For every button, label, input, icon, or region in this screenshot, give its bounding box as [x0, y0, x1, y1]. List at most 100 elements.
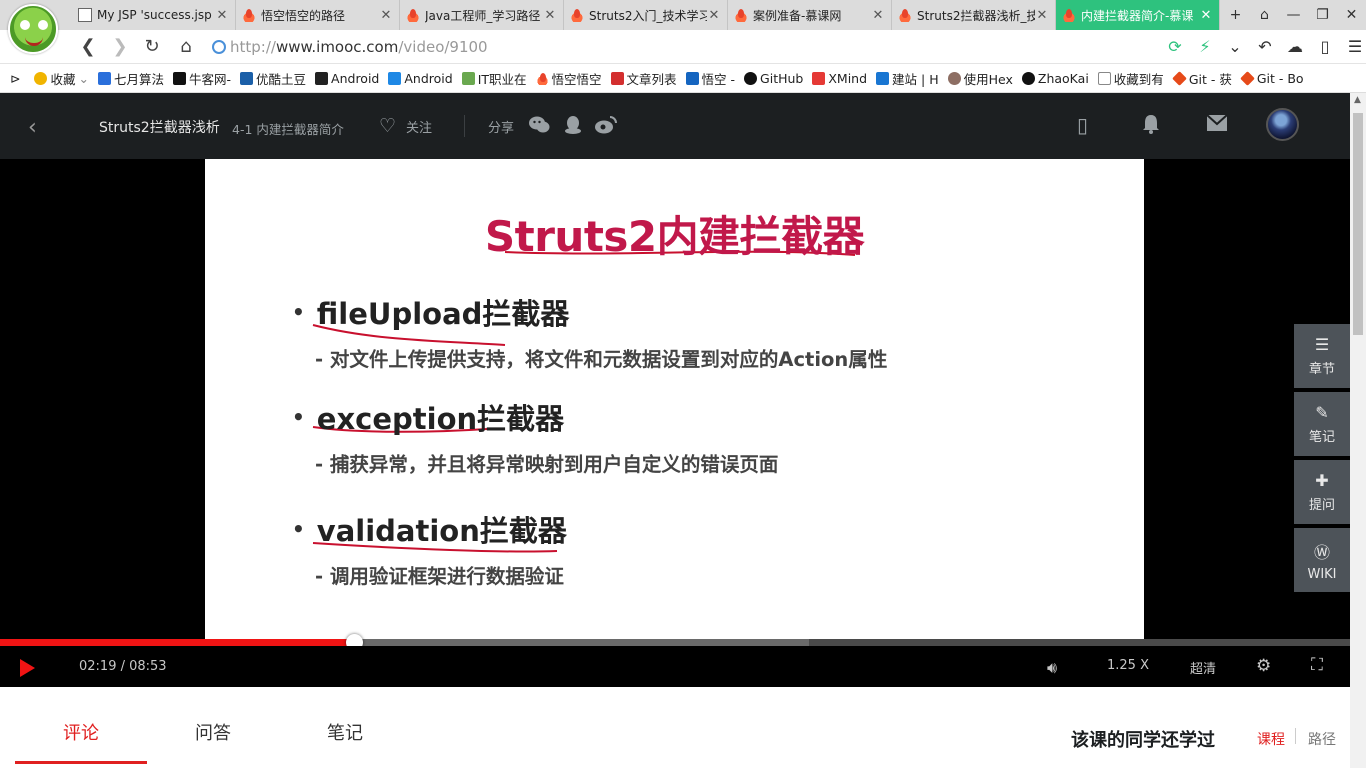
- tab-qa[interactable]: 问答: [195, 719, 231, 745]
- bell-icon[interactable]: [1140, 113, 1162, 140]
- related-courses-link[interactable]: 课程: [1257, 729, 1285, 749]
- cloud-icon[interactable]: ☁: [1284, 35, 1306, 59]
- tab-title: 内建拦截器简介-慕课: [1081, 8, 1194, 23]
- bookmark-item[interactable]: 悟空悟空: [535, 69, 602, 88]
- wechat-icon[interactable]: [528, 115, 550, 135]
- player-controls: 02:19 / 08:53 🔊︎ 1.25 X 超清 ⚙ ⛶: [0, 646, 1350, 687]
- wiki-button[interactable]: Ⓦ WIKI: [1294, 528, 1350, 592]
- close-icon[interactable]: ✕: [871, 8, 885, 23]
- video-player[interactable]: Struts2内建拦截器 • fileUpload拦截器 - 对文件上传提供支持…: [0, 159, 1350, 639]
- undo-icon[interactable]: ↶: [1254, 35, 1276, 59]
- video-header: ‹ Struts2拦截器浅析 4-1 内建拦截器简介 ♡ 关注 分享 ▯: [0, 93, 1350, 159]
- address-bar-actions: ⟳ ⚡ ⌄ ↶ ☁ ▯ ☰: [1164, 35, 1366, 59]
- mobile-icon[interactable]: ▯: [1077, 113, 1088, 137]
- wiki-icon: Ⓦ: [1313, 542, 1330, 562]
- browser-tab-active[interactable]: 内建拦截器简介-慕课 ✕: [1056, 0, 1220, 30]
- browser-tab[interactable]: Struts2拦截器浅析_技 ✕: [892, 0, 1056, 30]
- bookmark-item[interactable]: XMind: [812, 71, 867, 86]
- bookmarks-toggle-icon[interactable]: ⊳: [10, 71, 20, 86]
- scrollbar-thumb[interactable]: [1353, 113, 1363, 335]
- chapters-button[interactable]: ☰ 章节: [1294, 324, 1350, 388]
- tab-comments[interactable]: 评论: [63, 719, 99, 745]
- speed-selector[interactable]: 1.25 X: [1107, 658, 1149, 673]
- back-arrow-icon[interactable]: ‹: [28, 115, 37, 140]
- home-icon[interactable]: ⌂: [174, 35, 198, 59]
- fullscreen-icon[interactable]: ⛶: [1311, 655, 1323, 675]
- browser-tab[interactable]: 案例准备-慕课网 ✕: [728, 0, 892, 30]
- follow-button[interactable]: ♡ 关注: [379, 115, 432, 137]
- back-icon[interactable]: ❮: [76, 35, 100, 59]
- browser-tab[interactable]: Java工程师_学习路径 ✕: [400, 0, 564, 30]
- menu-icon[interactable]: ☰: [1344, 35, 1366, 59]
- bookmark-item[interactable]: IT职业在: [461, 69, 527, 88]
- close-icon[interactable]: ✕: [215, 8, 229, 23]
- new-tab-icon[interactable]: +: [1221, 7, 1250, 23]
- bookmark-item[interactable]: Git - Bo: [1239, 70, 1304, 86]
- settings-gear-icon[interactable]: ⚙: [1256, 656, 1271, 676]
- lightning-icon[interactable]: ⚡: [1194, 35, 1216, 59]
- notes-button[interactable]: ✎ 笔记: [1294, 392, 1350, 456]
- mail-icon[interactable]: [1206, 113, 1228, 137]
- volume-icon[interactable]: 🔊︎: [1047, 658, 1057, 678]
- browser-tab[interactable]: My JSP 'success.jsp ✕: [72, 0, 236, 30]
- bookmark-item[interactable]: ZhaoKai: [1021, 71, 1089, 86]
- maximize-icon[interactable]: ❐: [1308, 7, 1337, 23]
- bookmark-item[interactable]: Android: [388, 71, 453, 86]
- heart-icon: ♡: [379, 115, 397, 137]
- bookmark-label: 优酷土豆: [256, 71, 307, 87]
- related-paths-link[interactable]: 路径: [1308, 729, 1336, 749]
- bookmark-item[interactable]: 收藏到有: [1097, 69, 1164, 88]
- git-icon: [1239, 70, 1255, 86]
- reload-icon[interactable]: ↻: [140, 35, 164, 59]
- bookmark-item[interactable]: Android: [315, 71, 379, 86]
- play-icon[interactable]: [20, 659, 35, 677]
- url-scheme: http://: [230, 38, 276, 56]
- tab-notes[interactable]: 笔记: [327, 719, 363, 745]
- android-icon: [388, 71, 402, 85]
- bookmark-item[interactable]: Git - 获: [1171, 69, 1232, 88]
- user-avatar[interactable]: [1266, 108, 1299, 141]
- minimize-icon[interactable]: —: [1279, 7, 1308, 23]
- dropdown-icon[interactable]: ⌄: [1224, 35, 1246, 59]
- bookmark-label: 收藏到有: [1113, 71, 1164, 87]
- course-title[interactable]: Struts2拦截器浅析: [99, 117, 220, 137]
- mail-icon-svg: [1206, 114, 1228, 131]
- weibo-icon[interactable]: [594, 115, 617, 135]
- device-icon[interactable]: ▯: [1314, 35, 1336, 59]
- progress-played: [0, 639, 354, 646]
- close-icon[interactable]: ✕: [707, 8, 721, 23]
- scroll-up-icon[interactable]: ▲: [1354, 95, 1361, 105]
- tab-title: Java工程师_学习路径: [425, 8, 541, 23]
- bookmark-item[interactable]: GitHub: [744, 71, 803, 86]
- bullet-heading: validation拦截器: [316, 514, 567, 548]
- browser-tab[interactable]: Struts2入门_技术学习 ✕: [564, 0, 728, 30]
- browser-tab[interactable]: 悟空悟空的路径 ✕: [236, 0, 400, 30]
- course-tabs-area: 评论 问答 笔记 该课的同学还学过 课程 路径: [0, 687, 1350, 768]
- qq-icon[interactable]: [562, 115, 584, 135]
- page-scrollbar[interactable]: ▲: [1350, 93, 1366, 768]
- ask-question-button[interactable]: ✚ 提问: [1294, 460, 1350, 524]
- bookmark-item[interactable]: 文章列表: [610, 69, 677, 88]
- lesson-title: 4-1 内建拦截器简介: [232, 122, 344, 137]
- bookmark-item[interactable]: 优酷土豆: [240, 69, 306, 88]
- tab-title: 案例准备-慕课网: [753, 8, 842, 23]
- close-window-icon[interactable]: ✕: [1337, 7, 1366, 23]
- browser-logo-icon[interactable]: [8, 4, 58, 54]
- restore-tabs-icon[interactable]: ⌂: [1250, 7, 1279, 23]
- bookmark-item[interactable]: 悟空 -: [685, 69, 735, 88]
- progress-bar[interactable]: [0, 634, 1350, 651]
- bookmark-item[interactable]: 建站 | H: [876, 69, 939, 88]
- bookmark-item[interactable]: 牛客网-: [173, 69, 231, 88]
- forward-icon[interactable]: ❯: [108, 35, 132, 59]
- close-icon[interactable]: ✕: [1199, 8, 1213, 23]
- bookmark-item[interactable]: 使用Hex: [947, 69, 1013, 88]
- bookmark-item[interactable]: 七月算法: [97, 69, 164, 88]
- close-icon[interactable]: ✕: [379, 8, 393, 23]
- close-icon[interactable]: ✕: [1035, 8, 1049, 23]
- bookmarks-bar: ⊳ 收藏 ⌄ 七月算法 牛客网- 优酷土豆 Android Android IT职…: [0, 64, 1366, 93]
- bookmark-item[interactable]: 收藏 ⌄: [34, 69, 89, 88]
- url-field[interactable]: http://www.imooc.com/video/9100: [212, 34, 1222, 60]
- security-icon[interactable]: ⟳: [1164, 35, 1186, 59]
- close-icon[interactable]: ✕: [543, 8, 557, 23]
- quality-selector[interactable]: 超清: [1190, 658, 1216, 677]
